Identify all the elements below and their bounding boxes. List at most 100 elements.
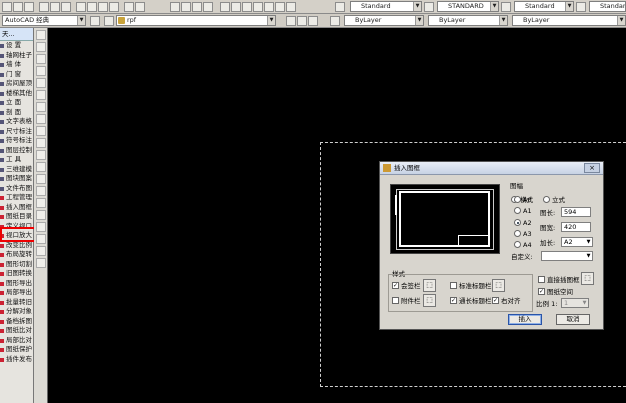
side-menu-header[interactable]: 天... bbox=[0, 28, 33, 41]
direct-insert-pick-icon[interactable]: ⬚ bbox=[581, 272, 594, 285]
pan-icon[interactable] bbox=[170, 2, 180, 12]
side-menu-item[interactable]: 备档拆图 bbox=[0, 317, 33, 327]
side-menu-item[interactable]: 图纸比对 bbox=[0, 326, 33, 336]
wide-title-checkbox[interactable]: ✓ bbox=[450, 297, 457, 304]
quickcalc-icon[interactable] bbox=[275, 2, 285, 12]
side-menu-item[interactable]: 房间屋顶 bbox=[0, 79, 33, 89]
new-icon[interactable] bbox=[2, 2, 12, 12]
side-menu-item[interactable]: 批量转旧 bbox=[0, 298, 33, 308]
orientation-portrait-radio[interactable] bbox=[543, 196, 550, 203]
construction-line-icon[interactable] bbox=[36, 42, 46, 52]
make-current-layer-icon[interactable] bbox=[286, 16, 296, 26]
chevron-down-icon[interactable]: ▼ bbox=[581, 299, 588, 307]
right-align-checkbox[interactable]: ✓ bbox=[492, 297, 499, 304]
chevron-down-icon[interactable]: ▼ bbox=[77, 16, 85, 25]
text-style-icon[interactable] bbox=[335, 2, 345, 12]
table-style-dropdown[interactable]: Standard ▼ bbox=[514, 1, 574, 12]
size-a1-radio[interactable] bbox=[514, 207, 521, 214]
dialog-titlebar[interactable]: 插入图框 × bbox=[380, 162, 603, 175]
paper-space-checkbox[interactable]: ✓ bbox=[538, 288, 545, 295]
chevron-down-icon[interactable]: ▼ bbox=[415, 16, 423, 25]
workspace-dropdown[interactable]: AutoCAD 经典 ▼ bbox=[2, 15, 86, 26]
custom-dropdown[interactable]: ▼ bbox=[541, 251, 593, 261]
properties-icon[interactable] bbox=[220, 2, 230, 12]
size-a0-radio[interactable] bbox=[514, 196, 521, 203]
side-menu-item[interactable]: 符号标注 bbox=[0, 136, 33, 146]
side-menu-item[interactable]: 文件布图 bbox=[0, 184, 33, 194]
chevron-down-icon[interactable]: ▼ bbox=[585, 252, 592, 260]
make-block-icon[interactable] bbox=[36, 174, 46, 184]
add-selected-icon[interactable] bbox=[36, 258, 46, 268]
markup-icon[interactable] bbox=[264, 2, 274, 12]
zoom-previous-icon[interactable] bbox=[203, 2, 213, 12]
width-input[interactable]: 420 bbox=[561, 222, 591, 232]
save-icon[interactable] bbox=[24, 2, 34, 12]
layer-manager-icon[interactable] bbox=[104, 16, 114, 26]
side-menu-item[interactable]: 轴网柱子 bbox=[0, 51, 33, 61]
point-icon[interactable] bbox=[36, 186, 46, 196]
open-icon[interactable] bbox=[13, 2, 23, 12]
copy-icon[interactable] bbox=[87, 2, 97, 12]
layer-dropdown[interactable]: rpf ▼ bbox=[116, 15, 276, 26]
size-a3-radio[interactable] bbox=[514, 230, 521, 237]
scale-dropdown[interactable]: 1 ▼ bbox=[561, 298, 589, 308]
lineweight-dropdown[interactable]: ByLayer ▼ bbox=[512, 15, 626, 26]
rectangle-icon[interactable] bbox=[36, 78, 46, 88]
side-menu-item[interactable]: 布局旋转 bbox=[0, 250, 33, 260]
circle-icon[interactable] bbox=[36, 102, 46, 112]
side-menu-item[interactable]: 局部比对 bbox=[0, 336, 33, 346]
polyline-icon[interactable] bbox=[36, 54, 46, 64]
side-menu-item[interactable]: 楼梯其他 bbox=[0, 89, 33, 99]
color-dropdown[interactable]: ByLayer ▼ bbox=[344, 15, 424, 26]
arc-icon[interactable] bbox=[36, 90, 46, 100]
side-menu-item[interactable]: 立 面 bbox=[0, 98, 33, 108]
spline-icon[interactable] bbox=[36, 126, 46, 136]
countersign-pick-icon[interactable]: ⬚ bbox=[423, 279, 436, 292]
side-menu-item[interactable]: 剖 面 bbox=[0, 108, 33, 118]
side-menu-item[interactable]: 插入图框 bbox=[0, 203, 33, 213]
help-icon[interactable] bbox=[286, 2, 296, 12]
insert-block-icon[interactable] bbox=[36, 162, 46, 172]
workspace-settings-icon[interactable] bbox=[90, 16, 100, 26]
countersign-checkbox[interactable]: ✓ bbox=[392, 282, 399, 289]
layer-previous-icon[interactable] bbox=[297, 16, 307, 26]
ellipse-icon[interactable] bbox=[36, 138, 46, 148]
chevron-down-icon[interactable]: ▼ bbox=[490, 2, 498, 11]
side-menu-item[interactable]: 尺寸标注 bbox=[0, 127, 33, 137]
extend-dropdown[interactable]: A2 ▼ bbox=[561, 237, 593, 247]
direct-insert-checkbox[interactable] bbox=[538, 276, 545, 283]
side-menu-item[interactable]: 图层控制 bbox=[0, 146, 33, 156]
chevron-down-icon[interactable]: ▼ bbox=[585, 238, 592, 246]
zoom-window-icon[interactable] bbox=[192, 2, 202, 12]
multileader-style-icon[interactable] bbox=[576, 2, 586, 12]
side-menu-item[interactable]: 图块图案 bbox=[0, 174, 33, 184]
dim-style-icon[interactable] bbox=[424, 2, 434, 12]
side-menu-item[interactable]: 设 置 bbox=[0, 41, 33, 51]
multileader-style-dropdown[interactable]: Standard bbox=[589, 1, 626, 12]
gradient-icon[interactable] bbox=[36, 210, 46, 220]
side-menu-item[interactable]: 插件发布 bbox=[0, 355, 33, 365]
chevron-down-icon[interactable]: ▼ bbox=[565, 2, 573, 11]
side-menu-item[interactable]: 三维建模 bbox=[0, 165, 33, 175]
publish-icon[interactable] bbox=[61, 2, 71, 12]
design-center-icon[interactable] bbox=[231, 2, 241, 12]
dim-style-dropdown[interactable]: STANDARD ▼ bbox=[437, 1, 499, 12]
chevron-down-icon[interactable]: ▼ bbox=[499, 16, 507, 25]
side-menu-item[interactable]: 门 窗 bbox=[0, 70, 33, 80]
zoom-realtime-icon[interactable] bbox=[181, 2, 191, 12]
table-icon[interactable] bbox=[36, 234, 46, 244]
cut-icon[interactable] bbox=[76, 2, 86, 12]
hatch-icon[interactable] bbox=[36, 198, 46, 208]
color-control-icon[interactable] bbox=[330, 16, 340, 26]
text-style-dropdown[interactable]: Standard ▼ bbox=[350, 1, 422, 12]
side-menu-item[interactable]: 图形切割 bbox=[0, 260, 33, 270]
undo-icon[interactable] bbox=[124, 2, 134, 12]
side-menu-item[interactable]: 局部导出 bbox=[0, 288, 33, 298]
attach-pick-icon[interactable]: ⬚ bbox=[423, 294, 436, 307]
side-menu-item[interactable]: 工 具 bbox=[0, 155, 33, 165]
attach-checkbox[interactable] bbox=[392, 297, 399, 304]
chevron-down-icon[interactable]: ▼ bbox=[617, 16, 625, 25]
tool-palettes-icon[interactable] bbox=[242, 2, 252, 12]
side-menu-item[interactable]: 图纸保护 bbox=[0, 345, 33, 355]
polygon-icon[interactable] bbox=[36, 66, 46, 76]
